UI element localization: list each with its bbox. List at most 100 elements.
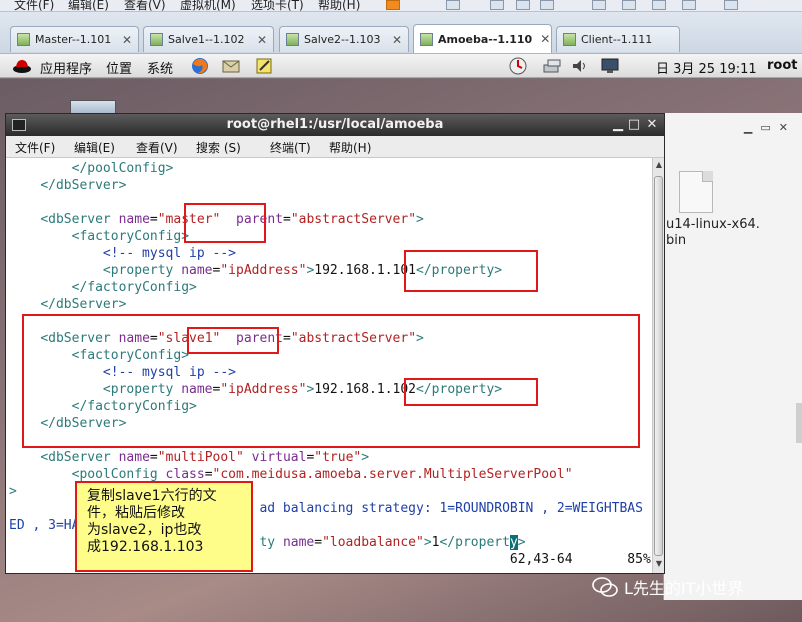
close-icon[interactable]: ✕ — [644, 114, 660, 136]
thumbnail-icon[interactable] — [622, 0, 636, 10]
terminal-token: name — [282, 535, 315, 550]
host-menu-view[interactable]: 查看(V) — [124, 0, 166, 11]
file-name-text: u14-linux-x64. bin — [666, 217, 760, 248]
close-icon[interactable]: ✕ — [392, 33, 402, 47]
menu-system[interactable]: 系统 — [147, 58, 173, 77]
redhat-icon — [13, 60, 31, 73]
terminal-token: <property — [102, 263, 182, 278]
fullscreen-icon[interactable] — [652, 0, 666, 10]
send-keys-icon[interactable] — [446, 0, 460, 10]
firefox-icon[interactable] — [190, 56, 210, 76]
terminal-menu-search[interactable]: 搜索 (S) — [196, 139, 241, 156]
scroll-down-icon[interactable]: ▼ — [654, 559, 664, 571]
terminal-token: > — [9, 484, 17, 499]
vm-tab-label: Master--1.101 — [35, 33, 112, 46]
volume-icon[interactable] — [570, 56, 590, 76]
terminal-token: = — [204, 467, 213, 482]
mail-icon[interactable] — [221, 56, 241, 76]
host-menu-vm[interactable]: 虚拟机(M) — [180, 0, 236, 11]
vm-tab-salve1[interactable]: Salve1--1.102 ✕ — [143, 26, 274, 52]
network-icon[interactable] — [542, 56, 562, 76]
note-line: 件，粘贴后修改 — [87, 505, 185, 521]
sidebar-toggle-icon[interactable] — [592, 0, 606, 10]
terminal-title: root@rhel1:/usr/local/amoeba — [226, 117, 444, 132]
terminal-titlebar[interactable]: root@rhel1:/usr/local/amoeba ▁ □ ✕ — [6, 114, 664, 136]
notes-icon[interactable] — [254, 56, 274, 76]
close-icon[interactable]: ✕ — [257, 33, 267, 47]
annotation-note: 复制slave1六行的文 件，粘贴后修改 为slave2，ip也改 成192.1… — [75, 481, 253, 572]
menu-places[interactable]: 位置 — [106, 58, 132, 77]
terminal-token: "com.meidusa.amoeba.server.MultipleServe… — [212, 467, 573, 482]
terminal-scrollbar[interactable]: ▲ ▼ — [652, 158, 664, 573]
user-name[interactable]: root — [767, 58, 798, 73]
host-menu-help[interactable]: 帮助(H) — [318, 0, 360, 11]
terminal-token: > — [361, 450, 370, 465]
terminal-token: <!-- mysql ip --> — [102, 246, 236, 261]
terminal-token: class — [165, 467, 205, 482]
terminal-menu-help[interactable]: 帮助(H) — [329, 139, 371, 156]
maximize-icon[interactable]: □ — [626, 114, 642, 136]
host-menu-file[interactable]: 文件(F) — [14, 0, 54, 11]
menu-applications[interactable]: 应用程序 — [40, 58, 92, 77]
terminal-token: = — [149, 450, 158, 465]
vm-tab-label: Client--1.111 — [581, 33, 653, 46]
vm-tab-amoeba[interactable]: Amoeba--1.110 ✕ — [413, 24, 552, 53]
vm-tabbar: Master--1.101 ✕ Salve1--1.102 ✕ Salve2--… — [0, 12, 802, 54]
terminal-token: <dbServer — [40, 212, 119, 227]
host-menu-tabs[interactable]: 选项卡(T) — [251, 0, 304, 11]
vm-icon — [420, 32, 433, 46]
terminal-token: </dbServer> — [40, 297, 127, 312]
terminal-token: "abstractServer" — [290, 212, 417, 227]
window-controls[interactable]: ▁▭✕ — [744, 121, 796, 134]
scrollbar-thumb[interactable] — [654, 176, 663, 556]
terminal-token: <dbServer — [40, 450, 119, 465]
update-icon[interactable] — [508, 56, 528, 76]
scrollbar[interactable] — [796, 403, 802, 443]
scroll-up-icon[interactable]: ▲ — [654, 160, 664, 172]
minimize-icon[interactable]: ▁ — [610, 114, 626, 136]
terminal-token: ad balancing strategy: 1=ROUNDROBIN , 2=… — [259, 501, 643, 516]
snapshot-icon[interactable] — [490, 0, 504, 10]
terminal-token: name — [181, 263, 213, 278]
unity-icon[interactable] — [682, 0, 696, 10]
terminal-token: y — [509, 535, 518, 550]
host-menu-edit[interactable]: 编辑(E) — [68, 0, 109, 11]
terminal-icon — [12, 119, 26, 131]
vm-tab-label: Amoeba--1.110 — [438, 32, 533, 46]
vm-tab-master[interactable]: Master--1.101 ✕ — [10, 26, 139, 52]
terminal-token: </factoryConfig> — [71, 280, 197, 295]
revert-icon[interactable] — [516, 0, 530, 10]
file-icon[interactable] — [679, 171, 713, 213]
clock[interactable]: 日 3月 25 19:11 — [656, 58, 757, 77]
terminal-menu-edit[interactable]: 编辑(E) — [74, 139, 115, 156]
snapshot-manager-icon[interactable] — [540, 0, 554, 10]
terminal-token: <factoryConfig> — [71, 229, 190, 244]
file-name[interactable]: u14-linux-x64. bin — [664, 217, 802, 249]
terminal-token: name — [118, 450, 150, 465]
vm-tab-client[interactable]: Client--1.111 — [556, 26, 680, 52]
terminal-token: > — [416, 212, 424, 227]
terminal-token: </propert — [439, 535, 510, 550]
terminal-line: </factoryConfig> — [9, 279, 197, 296]
terminal-line: </dbServer> — [9, 177, 126, 194]
terminal-menu-view[interactable]: 查看(V) — [136, 139, 178, 156]
terminal-menu-terminal[interactable]: 终端(T) — [270, 139, 311, 156]
close-icon[interactable]: ✕ — [122, 33, 132, 47]
pause-icon[interactable] — [386, 0, 400, 10]
terminal-line: <factoryConfig> — [9, 228, 189, 245]
terminal-token: "true" — [314, 450, 362, 465]
console-view-icon[interactable] — [724, 0, 738, 10]
vm-icon — [286, 33, 299, 46]
terminal-token: "multiPool" — [157, 450, 244, 465]
vm-tab-salve2[interactable]: Salve2--1.103 ✕ — [279, 26, 409, 52]
terminal-menubar: 文件(F) 编辑(E) 查看(V) 搜索 (S) 终端(T) 帮助(H) — [6, 136, 664, 158]
close-icon[interactable]: ✕ — [540, 32, 550, 46]
display-icon[interactable] — [600, 56, 620, 76]
terminal-menu-file[interactable]: 文件(F) — [15, 139, 55, 156]
note-line: 成192.168.1.103 — [87, 539, 204, 555]
